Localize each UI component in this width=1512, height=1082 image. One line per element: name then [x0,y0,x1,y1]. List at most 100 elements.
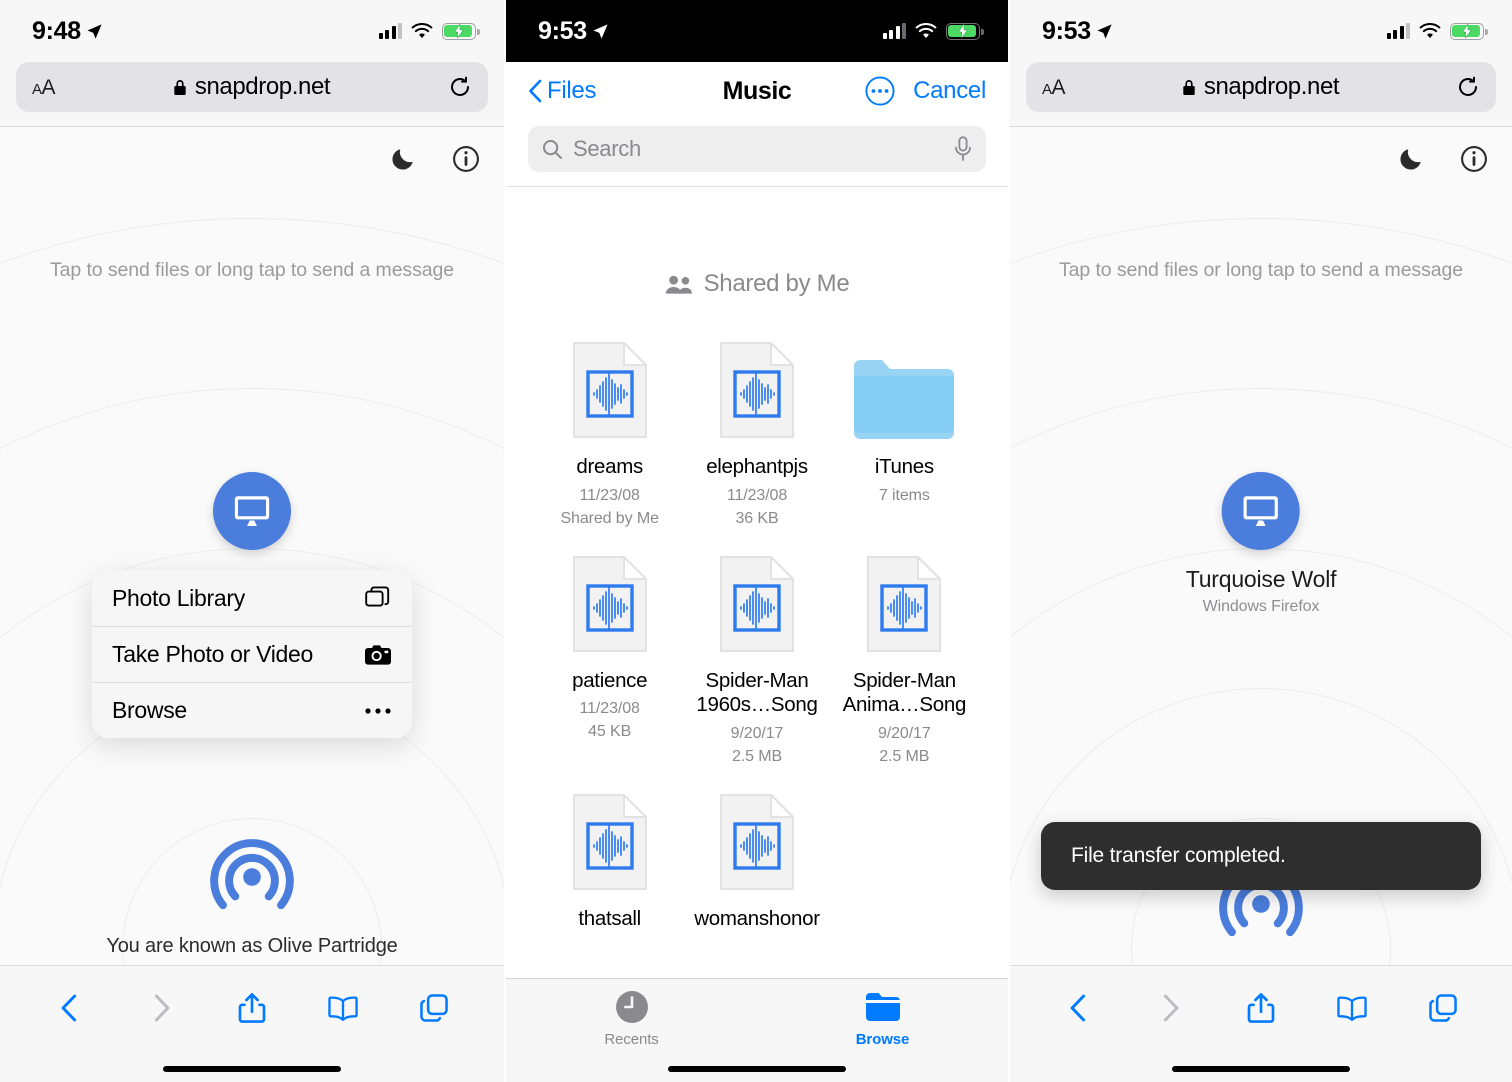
file-item[interactable]: thatsall [536,772,683,932]
file-meta-size: 2.5 MB [879,747,930,765]
action-photo-library[interactable]: Photo Library [92,570,412,626]
toast-notification: File transfer completed. [1041,822,1481,890]
url-display[interactable]: snapdrop.net [1065,73,1456,101]
panel-left-snapdrop-actionsheet: 9:48 AAAA snap [0,0,504,1082]
url-text: snapdrop.net [194,73,331,100]
section-label: Shared by Me [703,270,850,297]
file-item[interactable]: Spider-Man 1960s…Song 9/20/17 2.5 MB [683,534,830,766]
snapdrop-radar-icon[interactable] [208,833,296,921]
file-item[interactable]: elephantpjs 11/23/08 36 KB [683,320,830,528]
status-time: 9:53 [1042,16,1091,45]
file-name: dreams [576,455,643,478]
panel-middle-files-picker: 9:53 Files Music Cancel Search Shared by… [504,0,1008,1082]
share-icon[interactable] [1245,992,1277,1024]
share-action-sheet[interactable]: Photo Library Take Photo or Video Browse [92,570,412,738]
peer-device[interactable]: Turquoise Wolf Windows Firefox [1186,472,1337,616]
chevron-left-icon[interactable] [54,992,86,1024]
navbar-right: Cancel [865,76,986,106]
url-display[interactable]: snapdrop.net [55,73,448,101]
file-item[interactable]: patience 11/23/08 45 KB [536,534,683,766]
status-left: 9:53 [538,17,609,46]
back-label: Files [547,77,597,104]
desktop-icon[interactable] [213,472,291,550]
file-meta-date: 9/20/17 [730,724,784,742]
safari-toolbar-icons [1010,966,1512,1066]
folder-icon [852,326,956,440]
audio-file-icon [718,778,796,892]
moon-icon[interactable] [390,146,416,172]
chevron-left-icon [529,79,542,103]
battery-charging-icon [1450,22,1488,40]
microphone-icon[interactable] [954,136,972,162]
folder-icon [865,993,900,1021]
action-label: Photo Library [112,584,245,611]
wifi-icon [915,22,937,38]
battery-charging-icon [946,22,984,40]
status-bar: 9:48 [0,0,504,62]
section-header-shared-by-me: Shared by Me [506,270,1008,298]
text-size-button[interactable]: AA [1042,77,1066,98]
tabs-icon[interactable] [418,992,450,1024]
peer-device[interactable] [213,472,291,550]
battery-charging-icon [442,22,480,40]
search-input[interactable]: Search [528,126,986,172]
moon-icon[interactable] [1398,146,1424,172]
status-left: 9:53 [1042,17,1113,46]
file-name: Spider-Man 1960s…Song [696,668,818,717]
snapdrop-top-icons [1398,145,1488,173]
audio-file-icon [718,540,796,654]
share-icon[interactable] [236,992,268,1024]
peer-device-name: Turquoise Wolf [1185,566,1337,592]
book-icon[interactable] [327,992,359,1024]
files-navbar: Files Music Cancel [506,62,1008,120]
chevron-left-icon[interactable] [1063,992,1095,1024]
file-meta-count: 7 items [878,486,930,504]
snapdrop-top-icons [390,145,480,173]
status-left: 9:48 [32,17,103,46]
ellipsis-circle-icon[interactable] [865,76,895,106]
cellular-bars-icon [1386,23,1410,39]
book-icon[interactable] [1336,992,1368,1024]
tab-label: Browse [855,1031,910,1048]
snapdrop-hint: Tap to send files or long tap to send a … [1059,259,1463,281]
ellipsis-icon [364,698,392,724]
file-item[interactable]: womanshonor [683,772,830,932]
info-circle-icon[interactable] [1460,145,1488,173]
desktop-icon[interactable] [1221,472,1300,550]
file-item[interactable]: iTunes 7 items [831,320,978,528]
file-meta-date: 11/23/08 [579,486,640,504]
peer-device-os: Windows Firefox [1202,598,1320,615]
file-meta-size: Shared by Me [560,509,659,527]
reload-icon[interactable] [1456,75,1480,99]
file-item[interactable]: Spider-Man Anima…Song 9/20/17 2.5 MB [831,534,978,766]
reload-icon[interactable] [448,75,472,99]
panel-right-transfer-complete: 9:53 AA snapdrop.net Tap to send files o… [1008,0,1512,1082]
snapdrop-page: Tap to send files or long tap to send a … [0,127,504,998]
action-take-photo[interactable]: Take Photo or Video [92,626,412,682]
file-grid: dreams 11/23/08 Shared by Me elephantpjs… [506,320,1008,931]
status-time: 9:48 [32,16,81,45]
file-name: thatsall [578,906,641,930]
back-button[interactable]: Files [528,77,596,105]
address-bar[interactable]: AAAA snapdrop.net [16,62,488,112]
home-indicator [668,1066,846,1072]
status-right [1386,22,1488,40]
chevron-right-icon [154,994,170,1022]
file-meta-size: 36 KB [735,509,779,527]
file-meta-date: 11/23/08 [579,700,640,718]
status-bar: 9:53 [506,0,1008,62]
status-right [378,22,480,40]
cancel-button[interactable]: Cancel [913,77,986,105]
tabs-icon[interactable] [1427,992,1459,1024]
audio-file-icon [718,326,796,440]
audio-file-icon [571,540,649,654]
address-bar[interactable]: AA snapdrop.net [1026,62,1496,112]
action-browse[interactable]: Browse [92,682,412,738]
file-item[interactable]: dreams 11/23/08 Shared by Me [536,320,683,528]
home-indicator [163,1066,341,1072]
file-meta-size: 45 KB [588,723,632,741]
info-circle-icon[interactable] [452,145,480,173]
file-meta-date: 11/23/08 [726,486,788,504]
file-name: patience [572,668,648,692]
text-size-button[interactable]: AAAA [32,77,56,98]
